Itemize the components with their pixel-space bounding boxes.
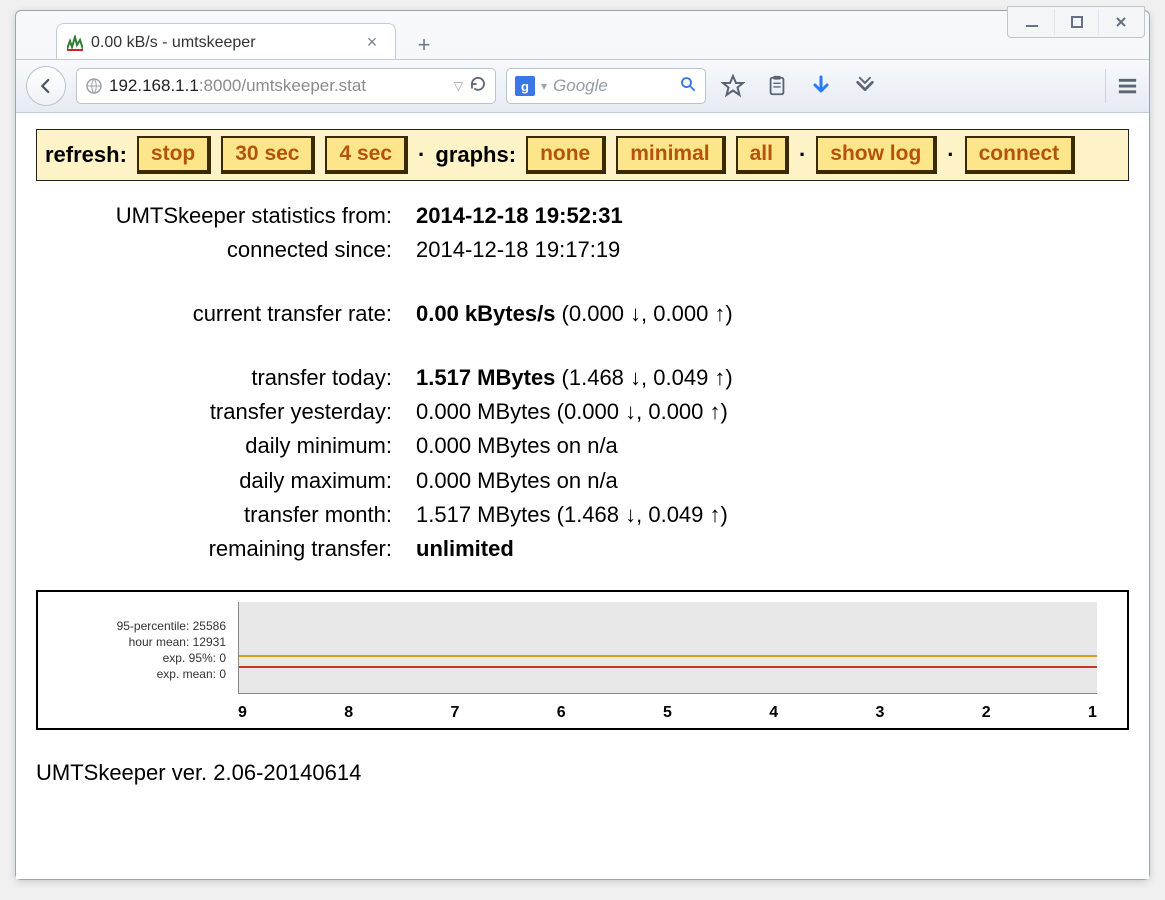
version-footer: UMTSkeeper ver. 2.06-20140614 <box>36 760 1129 786</box>
refresh-30s-button[interactable]: 30 sec <box>221 136 315 174</box>
close-button[interactable] <box>1098 9 1142 35</box>
tab-close-icon[interactable]: × <box>363 32 381 53</box>
dmax-value: 0.000 MBytes on n/a <box>416 464 618 498</box>
graphs-label: graphs: <box>435 142 516 168</box>
graph-line-red <box>239 666 1097 668</box>
tick: 4 <box>769 704 778 722</box>
tick: 3 <box>876 704 885 722</box>
connected-since-label: connected since: <box>76 233 416 267</box>
transfer-graph: 95-percentile: 25586 hour mean: 12931 ex… <box>36 590 1129 730</box>
clipboard-icon[interactable] <box>760 69 794 103</box>
graph-line-yellow <box>239 655 1097 657</box>
refresh-label: refresh: <box>45 142 127 168</box>
graph-left-labels: 95-percentile: 25586 hour mean: 12931 ex… <box>46 618 226 683</box>
graphs-none-button[interactable]: none <box>526 136 606 174</box>
graph-exp95-label: exp. 95%: 0 <box>46 650 226 666</box>
graph-plot-area <box>238 602 1097 694</box>
menu-icon[interactable] <box>1105 69 1139 103</box>
show-log-button[interactable]: show log <box>816 136 937 174</box>
new-tab-button[interactable]: + <box>410 31 438 59</box>
dmin-label: daily minimum: <box>76 429 416 463</box>
tick: 9 <box>238 704 247 722</box>
separator: · <box>947 142 954 168</box>
dmax-label: daily maximum: <box>76 464 416 498</box>
control-bar: refresh: stop 30 sec 4 sec · graphs: non… <box>36 129 1129 181</box>
reload-icon[interactable] <box>469 75 487 98</box>
stats-block: UMTSkeeper statistics from: 2014-12-18 1… <box>76 199 1129 566</box>
today-value: 1.517 MBytes (1.468 ↓, 0.049 ↑) <box>416 361 733 395</box>
tick: 1 <box>1088 704 1097 722</box>
refresh-stop-button[interactable]: stop <box>137 136 211 174</box>
graphs-all-button[interactable]: all <box>736 136 789 174</box>
back-button[interactable] <box>26 66 66 106</box>
tab-title: 0.00 kB/s - umtskeeper <box>91 34 355 52</box>
browser-tab[interactable]: 0.00 kB/s - umtskeeper × <box>56 23 396 59</box>
window-controls <box>1007 6 1145 38</box>
separator: · <box>799 142 806 168</box>
tick: 2 <box>982 704 991 722</box>
graph-p95-label: 95-percentile: 25586 <box>46 618 226 634</box>
page-content: refresh: stop 30 sec 4 sec · graphs: non… <box>16 113 1149 879</box>
tick: 6 <box>557 704 566 722</box>
remain-label: remaining transfer: <box>76 532 416 566</box>
tick: 8 <box>344 704 353 722</box>
dropdown-icon[interactable]: ▽ <box>454 79 463 93</box>
maximize-button[interactable] <box>1054 9 1098 35</box>
yesterday-label: transfer yesterday: <box>76 395 416 429</box>
graph-x-ticks: 9 8 7 6 5 4 3 2 1 <box>238 704 1097 722</box>
tick: 5 <box>663 704 672 722</box>
rate-value: 0.00 kBytes/s (0.000 ↓, 0.000 ↑) <box>416 297 733 331</box>
rate-label: current transfer rate: <box>76 297 416 331</box>
yesterday-value: 0.000 MBytes (0.000 ↓, 0.000 ↑) <box>416 395 728 429</box>
toolbar: 192.168.1.1:8000/umtskeeper.stat ▽ g ▾ G… <box>16 59 1149 113</box>
tick: 7 <box>451 704 460 722</box>
month-value: 1.517 MBytes (1.468 ↓, 0.049 ↑) <box>416 498 728 532</box>
search-bar[interactable]: g ▾ Google <box>506 68 706 104</box>
dmin-value: 0.000 MBytes on n/a <box>416 429 618 463</box>
graph-expmean-label: exp. mean: 0 <box>46 666 226 682</box>
month-label: transfer month: <box>76 498 416 532</box>
search-engine-dropdown-icon[interactable]: ▾ <box>541 79 547 93</box>
remain-value: unlimited <box>416 536 514 561</box>
stats-from-label: UMTSkeeper statistics from: <box>76 199 416 233</box>
today-label: transfer today: <box>76 361 416 395</box>
refresh-4s-button[interactable]: 4 sec <box>325 136 408 174</box>
globe-icon <box>85 77 103 95</box>
browser-window: 0.00 kB/s - umtskeeper × + 192.168.1.1:8… <box>15 10 1150 880</box>
bookmark-star-icon[interactable] <box>716 69 750 103</box>
connect-button[interactable]: connect <box>965 136 1076 174</box>
url-text: 192.168.1.1:8000/umtskeeper.stat <box>109 76 448 96</box>
overflow-icon[interactable] <box>848 69 882 103</box>
graphs-minimal-button[interactable]: minimal <box>616 136 725 174</box>
minimize-button[interactable] <box>1010 9 1054 35</box>
separator: · <box>418 142 425 168</box>
url-bar[interactable]: 192.168.1.1:8000/umtskeeper.stat ▽ <box>76 68 496 104</box>
download-icon[interactable] <box>804 69 838 103</box>
connected-since-value: 2014-12-18 19:17:19 <box>416 233 620 267</box>
favicon-icon <box>67 35 83 51</box>
search-icon[interactable] <box>679 75 697 98</box>
graph-hmean-label: hour mean: 12931 <box>46 634 226 650</box>
stats-from-value: 2014-12-18 19:52:31 <box>416 203 623 228</box>
search-placeholder: Google <box>553 76 673 96</box>
search-engine-icon: g <box>515 76 535 96</box>
tab-strip: 0.00 kB/s - umtskeeper × + <box>56 19 1149 59</box>
